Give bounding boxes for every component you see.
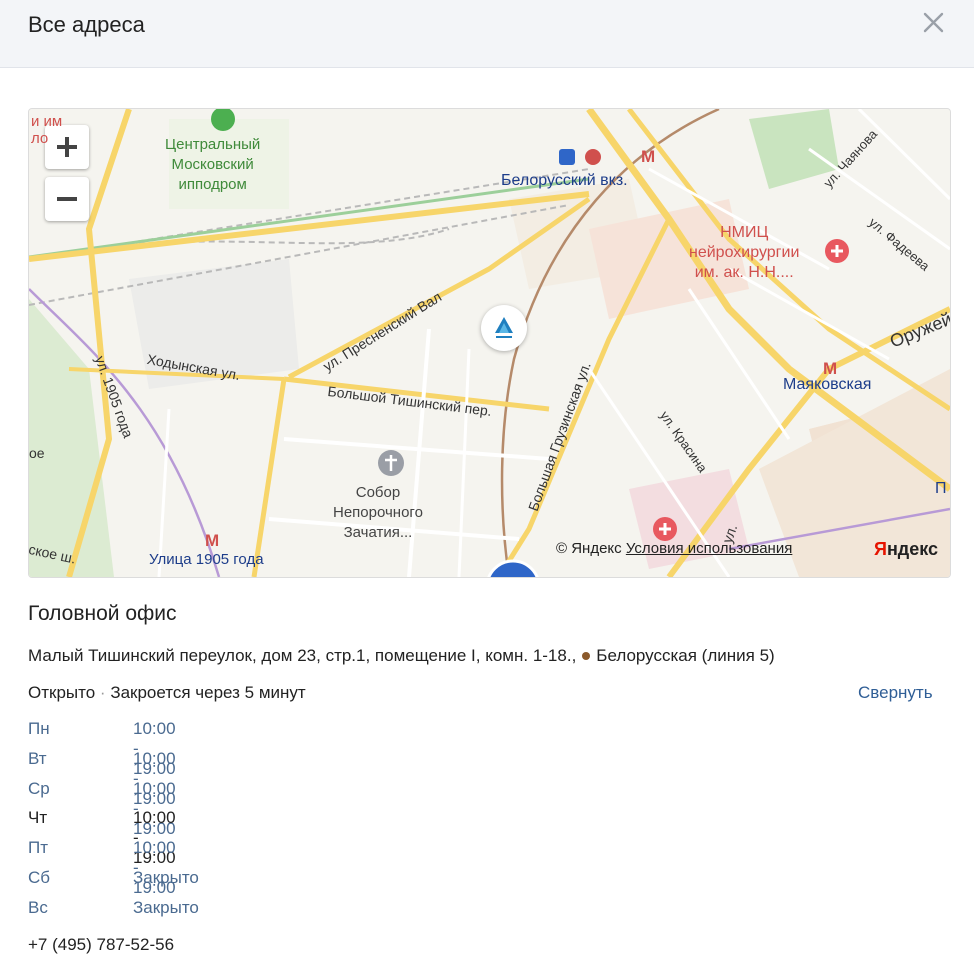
copyright-text: © Яндекс — [556, 540, 622, 557]
hours-day: Пн — [28, 719, 50, 738]
map-label-fragment-oe: ое — [29, 445, 45, 461]
map-label-belorussky-station: Белорусский вкз. — [501, 172, 628, 189]
dialog-title: Все адреса — [28, 12, 145, 37]
hours-day: Пт — [28, 838, 49, 858]
hours-time: Закрыто — [133, 867, 199, 887]
status-open: Открыто — [28, 683, 96, 702]
zoom-out-button[interactable] — [45, 177, 89, 221]
hours-day: Вс — [28, 897, 48, 917]
map-label-fragment-im: и им ло — [31, 113, 63, 147]
open-status: Открыто · Закроется через 5 минут — [28, 683, 306, 703]
office-title: Головной офис — [28, 602, 177, 625]
metro-line-dot-icon — [582, 651, 591, 660]
close-button[interactable] — [918, 8, 948, 38]
dialog-header: Все адреса — [0, 0, 974, 68]
svg-text:M: M — [205, 531, 219, 550]
map-label-hippodrome: Центральный Московский ипподром — [165, 136, 261, 193]
map-copyright: © Яндекс Условия использования — [556, 540, 792, 557]
office-address: Малый Тишинский переулок, дом 23, стр.1,… — [28, 646, 775, 666]
phone-number[interactable]: +7 (495) 787-52-56 — [28, 935, 174, 955]
status-separator: · — [99, 683, 106, 702]
hours-day: Ср — [28, 778, 50, 798]
map-label-mayakovskaya: Маяковская — [783, 376, 872, 393]
metro-station: Белорусская (линия 5) — [596, 646, 775, 665]
company-logo-icon — [495, 317, 513, 338]
terms-link[interactable]: Условия использования — [626, 540, 793, 557]
collapse-link[interactable]: Свернуть — [858, 683, 933, 703]
hours-time: Закрыто — [133, 897, 199, 917]
map-label-ulitsa-1905-station: Улица 1905 года — [149, 551, 264, 568]
map[interactable]: M M M и им ло Центральный Московский ипп… — [28, 108, 951, 578]
hours-day: Вт — [28, 748, 47, 768]
map-label-nmic: НМИЦ нейрохирургии им. ак. Н.Н.... — [689, 224, 800, 281]
hours-day: Сб — [28, 867, 51, 887]
close-icon — [923, 12, 944, 33]
svg-text:M: M — [641, 147, 655, 166]
status-closing: Закроется через 5 минут — [110, 683, 306, 702]
address-text: Малый Тишинский переулок, дом 23, стр.1,… — [28, 646, 577, 665]
yandex-logo: Яндекс — [874, 539, 939, 559]
map-label-fragment-p: П — [935, 480, 947, 497]
hours-day: Чт — [28, 808, 48, 828]
map-label-sobor: Собор Непорочного Зачатия... — [333, 484, 423, 541]
office-marker[interactable] — [481, 305, 527, 351]
